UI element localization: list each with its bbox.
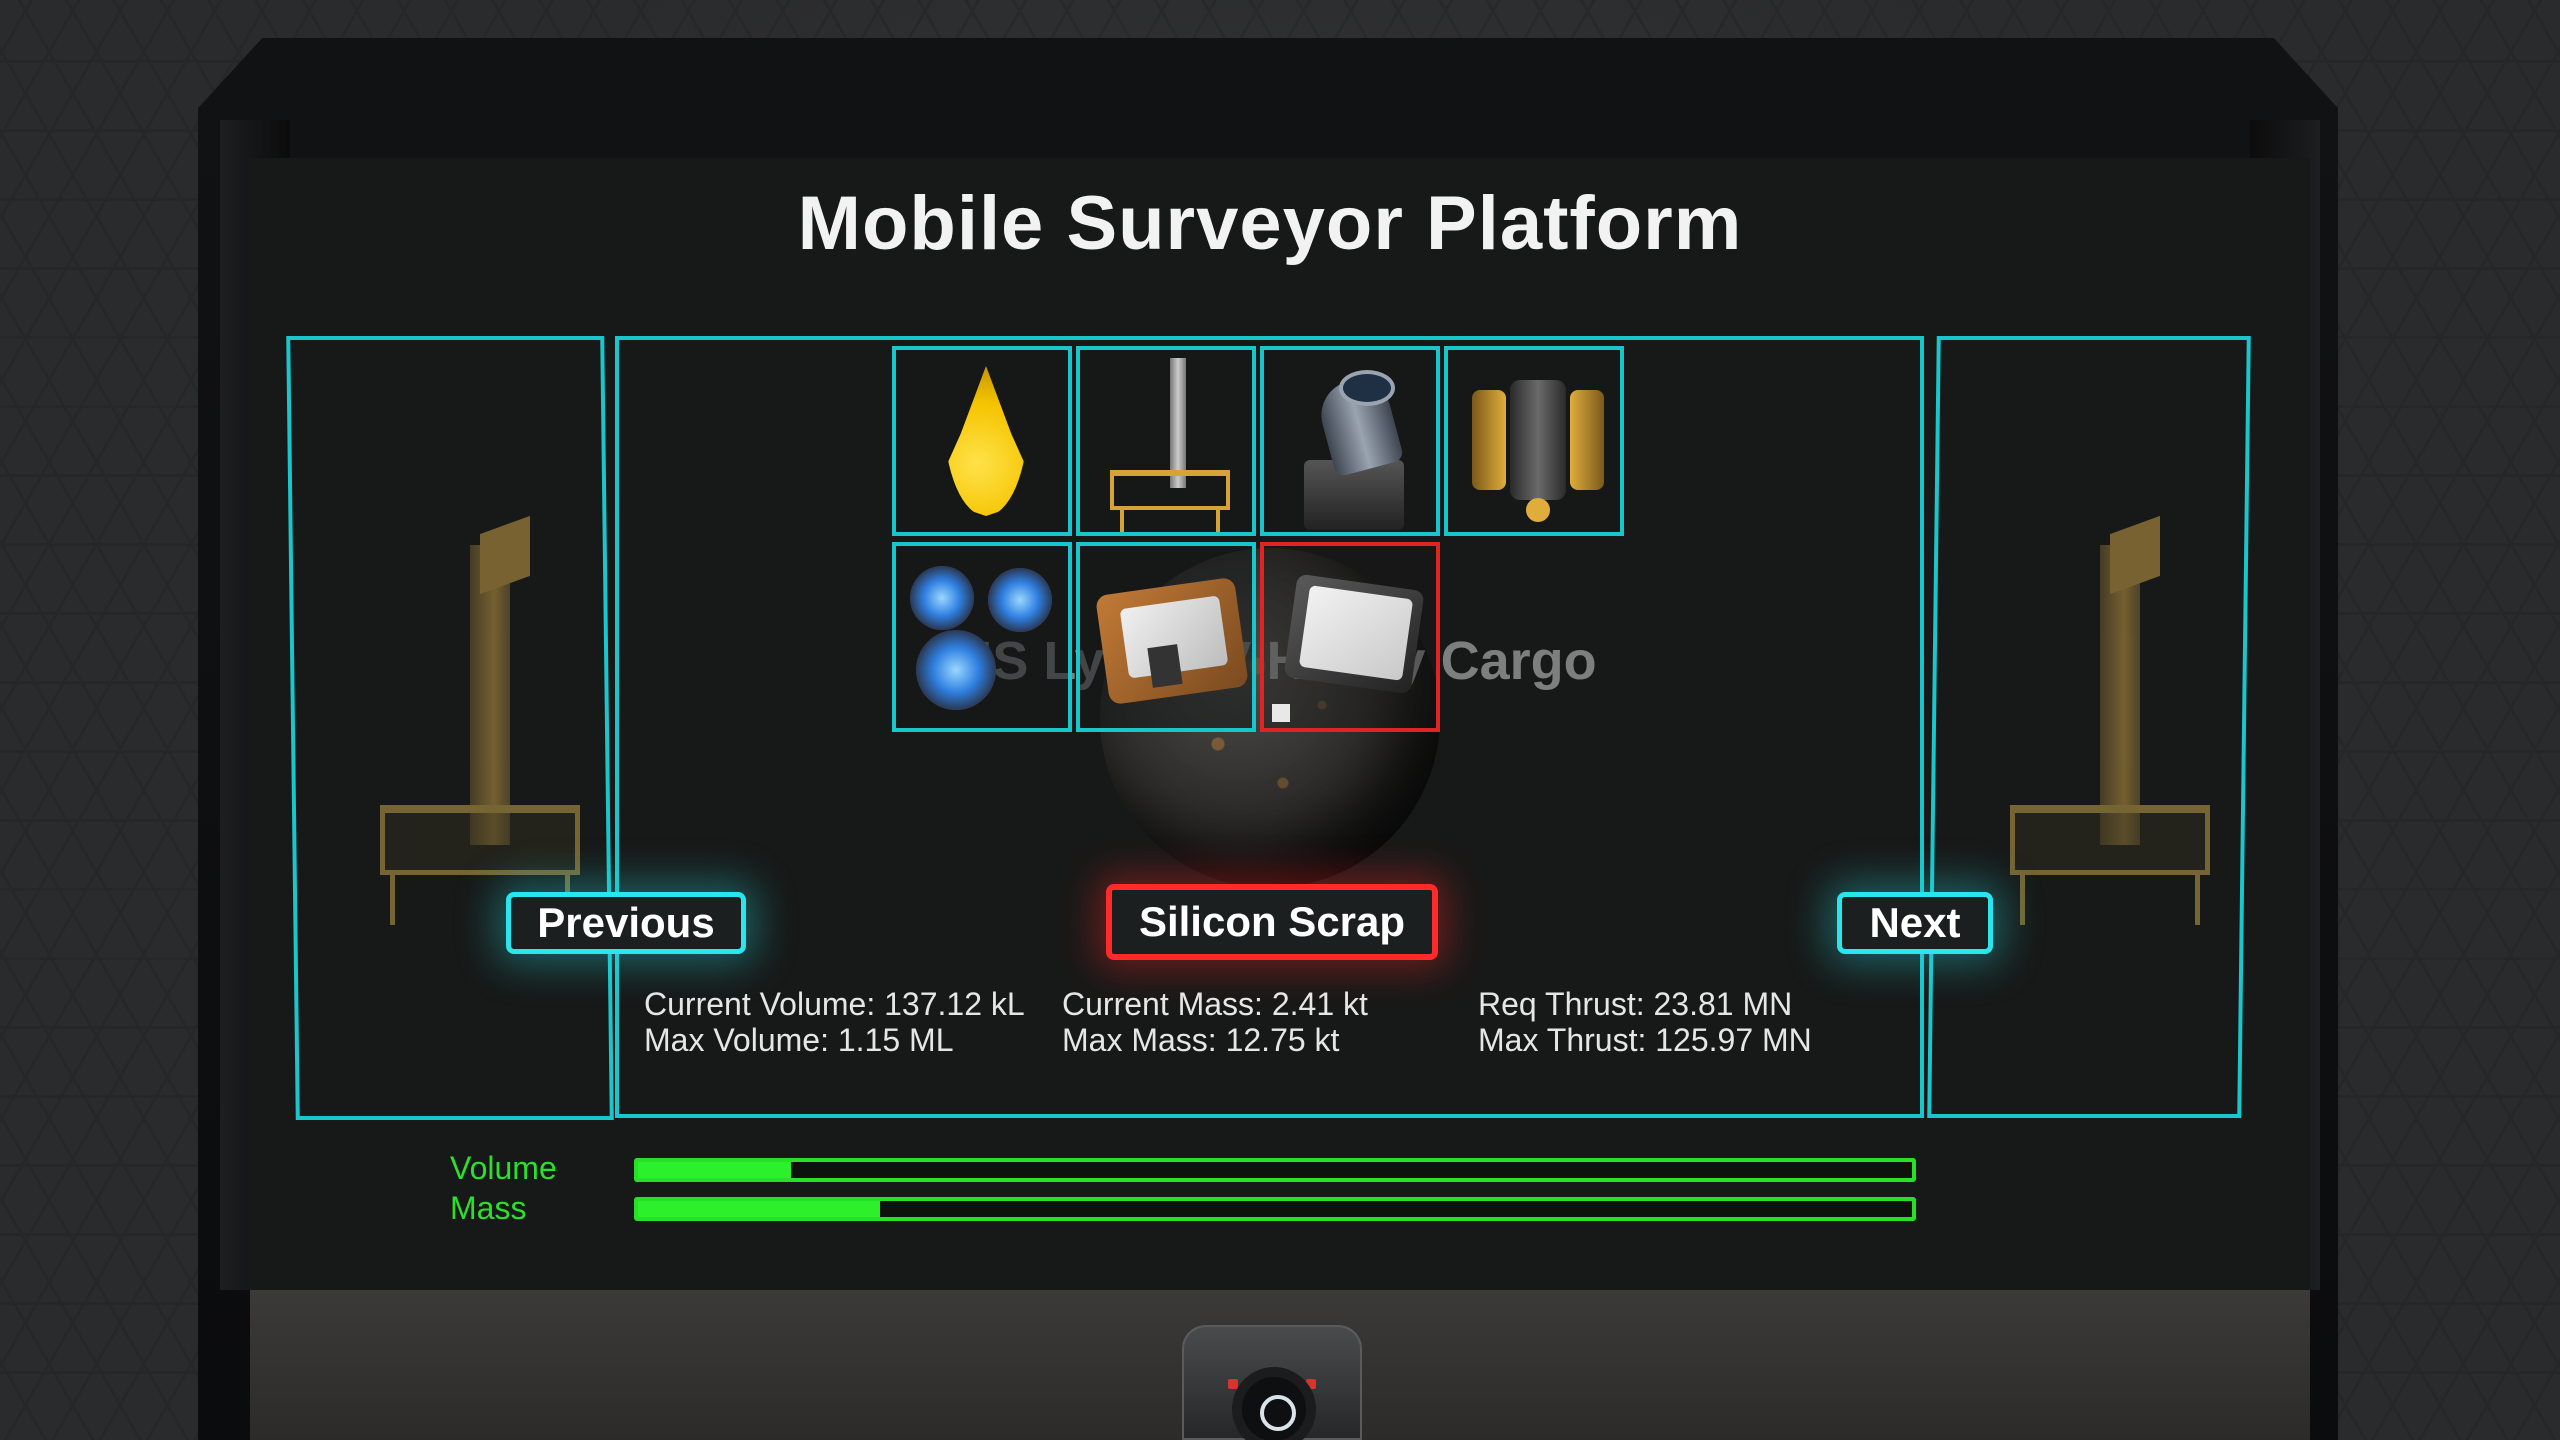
cargo-slot-drilling-rig[interactable] bbox=[1076, 346, 1256, 536]
scanner-device bbox=[1182, 1325, 1362, 1440]
mass-bar-label: Mass bbox=[450, 1190, 527, 1226]
cargo-slot-fuel[interactable] bbox=[892, 346, 1072, 536]
scanner-ring-icon bbox=[1232, 1367, 1316, 1440]
mass-progress-bar bbox=[634, 1197, 1916, 1221]
volume-stats: Current Volume: 137.12 kL Max Volume: 1.… bbox=[644, 986, 1025, 1058]
cargo-slot-drone[interactable] bbox=[1444, 346, 1624, 536]
current-volume: Current Volume: 137.12 kL bbox=[644, 986, 1025, 1022]
fuel-drop-icon bbox=[944, 366, 1028, 516]
max-mass: Max Mass: 12.75 kt bbox=[1062, 1022, 1340, 1058]
volume-progress-fill bbox=[638, 1162, 791, 1178]
req-thrust: Req Thrust: 23.81 MN bbox=[1478, 986, 1793, 1022]
cargo-slot-silicon-scrap[interactable] bbox=[1260, 542, 1440, 732]
previous-button[interactable]: Previous bbox=[506, 892, 746, 954]
volume-progress-bar bbox=[634, 1158, 1916, 1182]
cargo-slot-fuel-cells[interactable] bbox=[892, 542, 1072, 732]
thrust-stats: Req Thrust: 23.81 MN Max Thrust: 125.97 … bbox=[1478, 986, 1812, 1058]
page-title: Mobile Surveyor Platform bbox=[797, 181, 1743, 266]
next-ship-preview-icon bbox=[1990, 515, 2210, 925]
max-thrust: Max Thrust: 125.97 MN bbox=[1478, 1022, 1812, 1058]
next-button[interactable]: Next bbox=[1837, 892, 1993, 954]
cargo-slot-scrap-plate[interactable] bbox=[1076, 542, 1256, 732]
volume-bar-label: Volume bbox=[450, 1150, 557, 1186]
mass-progress-fill bbox=[638, 1201, 881, 1217]
cargo-grid bbox=[892, 346, 1624, 732]
max-volume: Max Volume: 1.15 ML bbox=[644, 1022, 954, 1058]
mass-stats: Current Mass: 2.41 kt Max Mass: 12.75 kt bbox=[1062, 986, 1368, 1058]
drone-icon bbox=[1472, 390, 1506, 490]
fuel-cells-icon bbox=[910, 566, 974, 630]
previous-ship-preview-icon bbox=[360, 515, 580, 925]
drilling-rig-icon bbox=[1170, 358, 1186, 488]
cargo-slot-telescope[interactable] bbox=[1260, 346, 1440, 536]
selected-item-button[interactable]: Silicon Scrap bbox=[1106, 884, 1438, 960]
current-mass: Current Mass: 2.41 kt bbox=[1062, 986, 1368, 1022]
selection-marker-icon bbox=[1272, 704, 1290, 722]
